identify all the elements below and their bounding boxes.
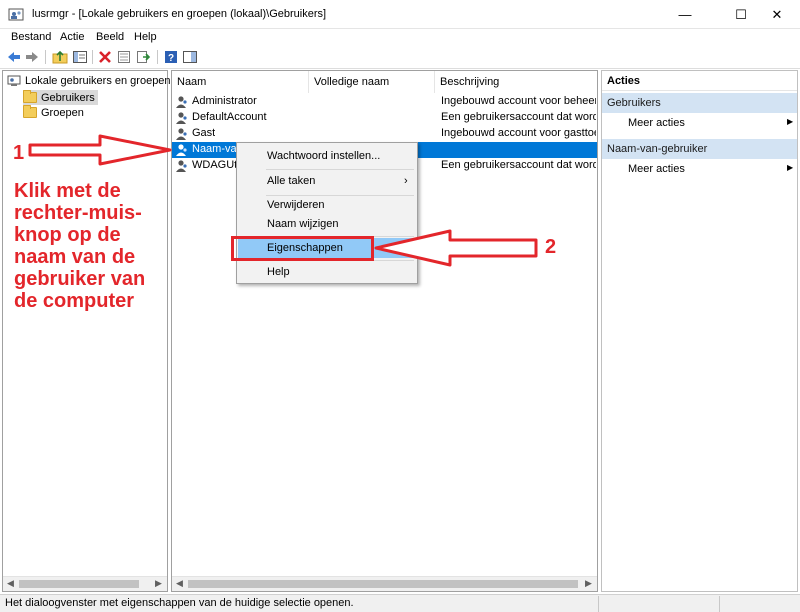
menu-bar: Bestand Actie Beeld Help [0, 29, 800, 46]
menu-actie[interactable]: Actie [60, 31, 84, 43]
table-row[interactable]: DefaultAccount Een gebruikersaccount dat… [172, 110, 597, 126]
app-icon [8, 8, 24, 21]
minimize-button[interactable]: — [662, 0, 708, 29]
table-row[interactable]: Gast Ingebouwd account voor gasttoe... [172, 126, 597, 142]
context-menu: Wachtwoord instellen... Alle taken › Ver… [236, 142, 418, 284]
menu-bestand[interactable]: Bestand [11, 31, 51, 43]
annotation-instruction: Klik met de rechter-muis-knop op de naam… [14, 180, 146, 312]
back-icon[interactable] [6, 49, 22, 65]
more-actions-user[interactable]: Meer acties [628, 161, 685, 177]
computer-users-icon [7, 75, 21, 86]
window-title: lusrmgr - [Lokale gebruikers en groepen … [32, 8, 327, 20]
up-folder-icon[interactable] [52, 49, 68, 65]
export-icon[interactable] [135, 49, 151, 65]
actions-pane: Acties Gebruikers Meer acties ▶ Naam-van… [601, 70, 798, 592]
forward-icon[interactable] [24, 49, 40, 65]
user-icon [176, 96, 187, 108]
user-icon [176, 112, 187, 124]
folder-icon [23, 90, 37, 103]
scrollbar-thumb[interactable] [188, 580, 578, 588]
scroll-left-icon[interactable]: ◀ [176, 578, 183, 589]
column-header-fullname[interactable]: Volledige naam [309, 71, 435, 93]
submenu-arrow-icon: ▶ [787, 117, 794, 126]
column-header-name[interactable]: Naam [172, 71, 309, 93]
status-text: Het dialoogvenster met eigenschappen van… [5, 597, 354, 609]
submenu-arrow-icon: ▶ [787, 163, 794, 172]
tree-pane: Lokale gebruikers en groepen (lo Gebruik… [2, 70, 186, 592]
actions-section-user[interactable]: Naam-van-gebruiker [602, 139, 797, 159]
svg-text:?: ? [168, 53, 174, 64]
user-icon [176, 160, 187, 172]
menu-beeld[interactable]: Beeld [96, 31, 124, 43]
actions-title: Acties [602, 71, 797, 91]
scroll-right-icon[interactable]: ▶ [155, 578, 162, 589]
table-row[interactable]: Administrator Ingebouwd account voor beh… [172, 94, 597, 110]
more-actions-gebruikers[interactable]: Meer acties [628, 115, 685, 131]
properties-icon[interactable] [116, 49, 132, 65]
close-button[interactable]: ✕ [754, 0, 800, 29]
menu-item-rename[interactable]: Naam wijzigen [238, 214, 416, 234]
scroll-right-icon[interactable]: ▶ [585, 578, 592, 589]
show-hide-tree-icon[interactable] [72, 49, 88, 65]
toolbar: ? [0, 46, 800, 69]
actions-section-gebruikers[interactable]: Gebruikers [602, 93, 797, 113]
list-horizontal-scrollbar[interactable]: ◀ ▶ [172, 576, 597, 591]
scroll-left-icon[interactable]: ◀ [7, 578, 14, 589]
menu-item-delete[interactable]: Verwijderen [238, 195, 416, 215]
highlight-box [231, 236, 374, 261]
folder-icon [23, 105, 37, 118]
tree-item-groepen[interactable]: Groepen [23, 105, 87, 120]
tree-item-gebruikers[interactable]: Gebruikers [23, 90, 98, 105]
title-bar: lusrmgr - [Lokale gebruikers en groepen … [0, 0, 800, 29]
submenu-arrow-icon: › [404, 175, 408, 187]
delete-icon[interactable] [97, 49, 113, 65]
annotation-number-1: 1 [13, 142, 25, 164]
panel-icon[interactable] [182, 49, 198, 65]
menu-item-help[interactable]: Help [238, 262, 416, 282]
tree-root[interactable]: Lokale gebruikers en groepen (lo [7, 74, 186, 88]
menu-item-all-tasks[interactable]: Alle taken › [238, 171, 416, 191]
tree-horizontal-scrollbar[interactable]: ◀ ▶ [3, 576, 167, 591]
menu-help[interactable]: Help [134, 31, 157, 43]
user-icon [176, 128, 187, 140]
column-header-description[interactable]: Beschrijving [435, 71, 597, 93]
status-bar: Het dialoogvenster met eigenschappen van… [0, 594, 800, 612]
user-icon [176, 144, 187, 156]
menu-item-set-password[interactable]: Wachtwoord instellen... [238, 146, 416, 166]
scrollbar-thumb[interactable] [19, 580, 139, 588]
help-icon[interactable]: ? [163, 49, 179, 65]
annotation-number-2: 2 [545, 236, 557, 258]
